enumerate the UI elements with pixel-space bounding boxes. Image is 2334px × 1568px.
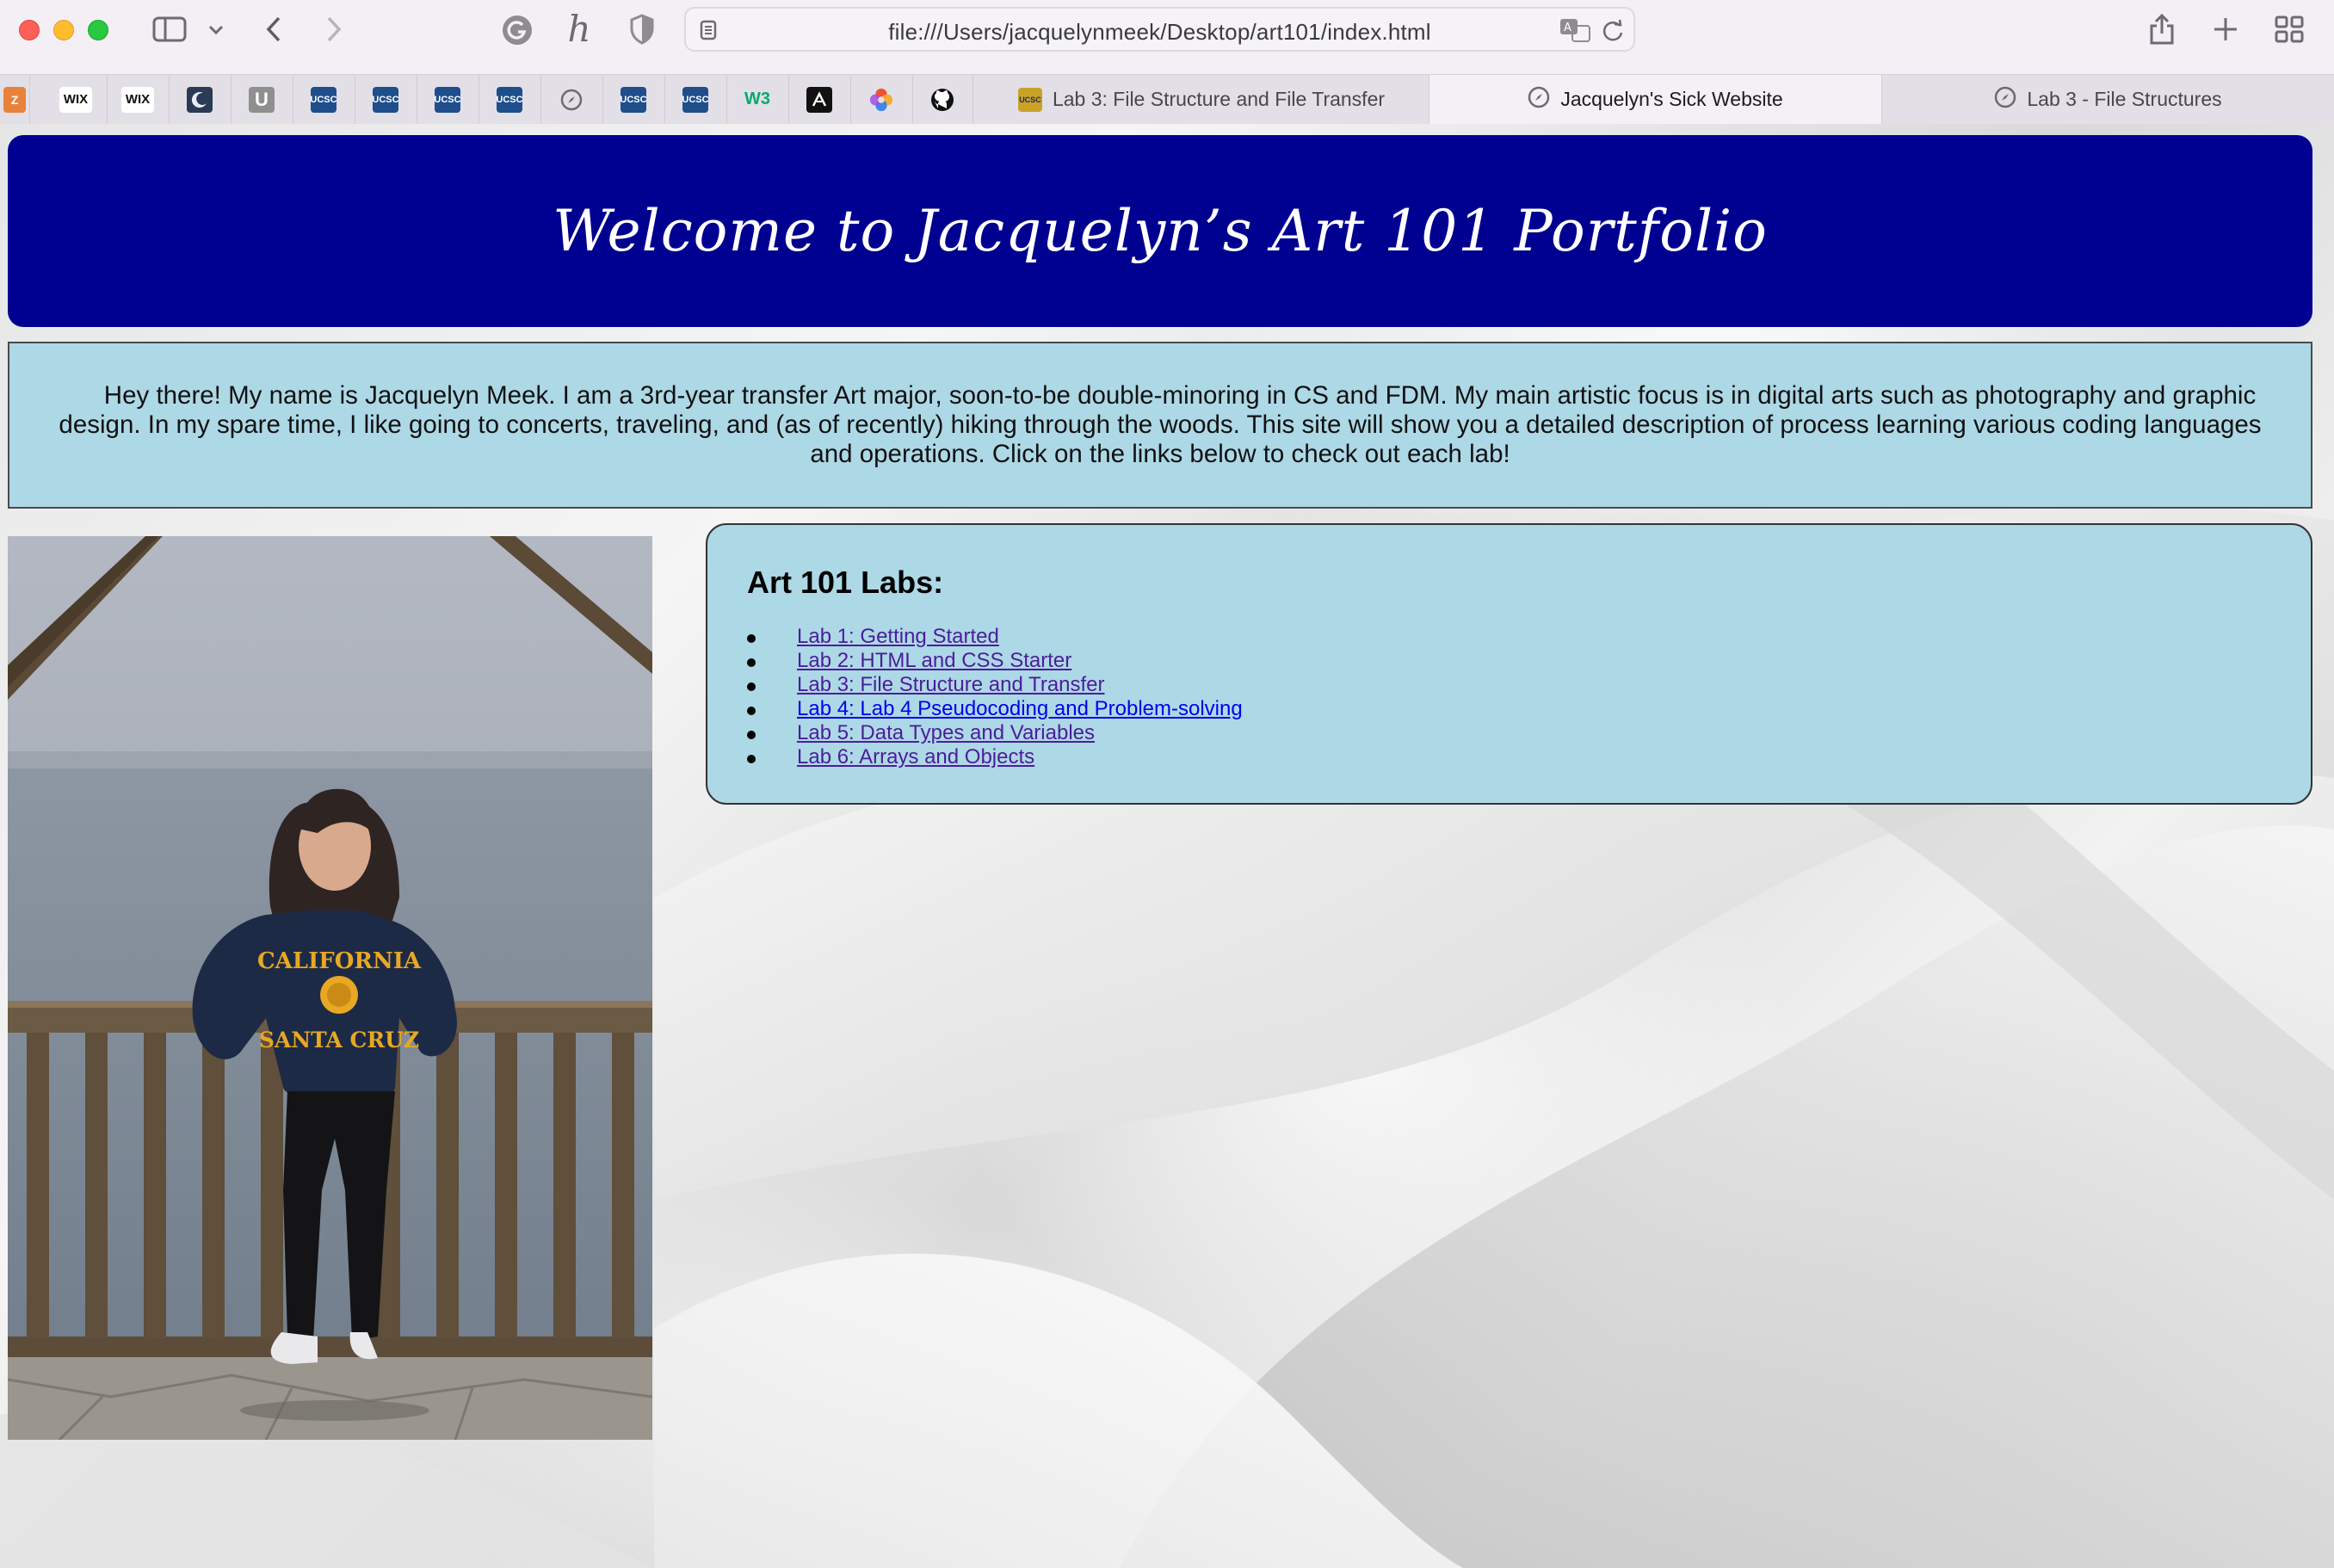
- sidebar-icon[interactable]: [148, 12, 191, 46]
- pinned-tab-wix[interactable]: WIX: [45, 75, 108, 124]
- lab-5-link[interactable]: Lab 5: Data Types and Variables: [797, 721, 1095, 744]
- browser-toolbar: h file:///Users/jacquelynmeek/Desktop/ar…: [0, 0, 2334, 74]
- pinned-tab-spiral[interactable]: [850, 75, 913, 124]
- lab-4-link[interactable]: Lab 4: Lab 4 Pseudocoding and Problem-so…: [797, 697, 1243, 720]
- ucsc-icon: UCSC: [434, 86, 461, 113]
- pinned-tab-compass[interactable]: [540, 75, 603, 124]
- labs-list: Lab 1: Getting Started Lab 2: HTML and C…: [747, 625, 1243, 769]
- pinned-tab-w3[interactable]: W3: [726, 75, 789, 124]
- wix-icon: WIX: [59, 86, 92, 113]
- pinned-tab-ucsc[interactable]: UCSC: [664, 75, 727, 124]
- share-icon[interactable]: [2143, 10, 2181, 48]
- tab-label: Jacquelyn's Sick Website: [1560, 88, 1783, 110]
- tab-label: Lab 3 - File Structures: [2027, 88, 2222, 110]
- privacy-shield-icon[interactable]: [625, 12, 659, 46]
- pinned-tab-zotero[interactable]: Z: [0, 75, 30, 124]
- reload-icon[interactable]: [1598, 17, 1627, 45]
- pinned-tab-ucsc[interactable]: UCSC: [355, 75, 417, 124]
- ucsc-icon: UCSC: [1017, 87, 1042, 112]
- lab-2-link[interactable]: Lab 2: HTML and CSS Starter: [797, 649, 1071, 672]
- tab-bar: Z WIX WIX U UCSC UCSC UCSC UCSC UCSC UCS…: [0, 74, 2334, 125]
- pinned-tab-ucsc[interactable]: UCSC: [479, 75, 541, 124]
- list-item: Lab 6: Arrays and Objects: [747, 745, 1243, 769]
- list-item: Lab 5: Data Types and Variables: [747, 721, 1243, 745]
- header-banner: Welcome to Jacquelyn’s Art 101 Portfolio: [8, 135, 2312, 327]
- forward-icon[interactable]: [317, 12, 351, 46]
- labs-box: Art 101 Labs: Lab 1: Getting Started Lab…: [706, 523, 2312, 805]
- translate-icon[interactable]: A: [1559, 17, 1593, 43]
- lab-6-link[interactable]: Lab 6: Arrays and Objects: [797, 745, 1034, 769]
- ucsc-icon: UCSC: [496, 86, 523, 113]
- portrait-photo: CALIFORNIA SANTA CRUZ: [8, 536, 652, 1440]
- pinned-tab-ucsc[interactable]: UCSC: [293, 75, 355, 124]
- tab-overview-icon[interactable]: [2270, 12, 2308, 46]
- lab-3-link[interactable]: Lab 3: File Structure and Transfer: [797, 673, 1105, 696]
- wix-icon: WIX: [121, 86, 154, 113]
- url-text: file:///Users/jacquelynmeek/Desktop/art1…: [888, 19, 1431, 45]
- page-title: Welcome to Jacquelyn’s Art 101 Portfolio: [553, 198, 1768, 264]
- ucsc-icon: UCSC: [310, 86, 337, 113]
- list-item: Lab 2: HTML and CSS Starter: [747, 649, 1243, 673]
- minimize-window-button[interactable]: [53, 20, 74, 40]
- honey-icon[interactable]: h: [561, 8, 597, 50]
- pinned-tab-ucsc[interactable]: UCSC: [602, 75, 665, 124]
- zoom-window-button[interactable]: [88, 20, 108, 40]
- close-window-button[interactable]: [19, 20, 40, 40]
- intro-paragraph: Hey there! My name is Jacquelyn Meek. I …: [59, 381, 2262, 468]
- pinned-tab-adobe[interactable]: [788, 75, 851, 124]
- pinned-tab-wix[interactable]: WIX: [107, 75, 170, 124]
- intro-box: Hey there! My name is Jacquelyn Meek. I …: [8, 342, 2312, 509]
- adobe-icon: [806, 86, 832, 113]
- pinned-tab-github[interactable]: [912, 75, 973, 124]
- chevron-down-icon[interactable]: [203, 17, 229, 43]
- sweatshirt-text: CALIFORNIA: [257, 948, 422, 974]
- tab-jacquelyns-sick-website[interactable]: Jacquelyn's Sick Website: [1429, 75, 1882, 124]
- tab-lab3-file-structures[interactable]: Lab 3 - File Structures: [1882, 75, 2334, 124]
- w3-icon: W3: [744, 90, 770, 108]
- svg-text:A: A: [1564, 22, 1571, 34]
- ucsc-icon: UCSC: [682, 86, 709, 113]
- ucsc-icon: UCSC: [620, 86, 647, 113]
- new-tab-icon[interactable]: [2207, 12, 2244, 46]
- moon-icon: [187, 86, 213, 113]
- back-icon[interactable]: [256, 12, 291, 46]
- list-item: Lab 3: File Structure and Transfer: [747, 673, 1243, 697]
- spiral-icon: [868, 87, 894, 113]
- tab-label: Lab 3: File Structure and File Transfer: [1052, 88, 1386, 110]
- lab-1-link[interactable]: Lab 1: Getting Started: [797, 625, 999, 648]
- github-icon: [929, 87, 955, 113]
- pinned-tab-ucsc[interactable]: UCSC: [417, 75, 479, 124]
- zotero-icon: Z: [3, 86, 26, 113]
- compass-icon: [1994, 86, 2016, 114]
- pinned-tab-moon[interactable]: [169, 75, 232, 124]
- labs-heading: Art 101 Labs:: [747, 565, 944, 600]
- address-bar[interactable]: file:///Users/jacquelynmeek/Desktop/art1…: [684, 7, 1635, 52]
- list-item: Lab 1: Getting Started: [747, 625, 1243, 649]
- compass-icon: [1528, 86, 1550, 114]
- pinned-tab-u[interactable]: U: [231, 75, 293, 124]
- grammarly-icon[interactable]: [499, 12, 535, 48]
- list-item: Lab 4: Lab 4 Pseudocoding and Problem-so…: [747, 697, 1243, 721]
- page-content: Welcome to Jacquelyn’s Art 101 Portfolio…: [0, 124, 2334, 1568]
- compass-icon: [559, 87, 584, 113]
- ucsc-icon: UCSC: [372, 86, 399, 113]
- u-icon: U: [249, 86, 275, 113]
- tab-lab3-file-structure[interactable]: UCSC Lab 3: File Structure and File Tran…: [974, 75, 1429, 124]
- sweatshirt-text: SANTA CRUZ: [259, 1028, 419, 1053]
